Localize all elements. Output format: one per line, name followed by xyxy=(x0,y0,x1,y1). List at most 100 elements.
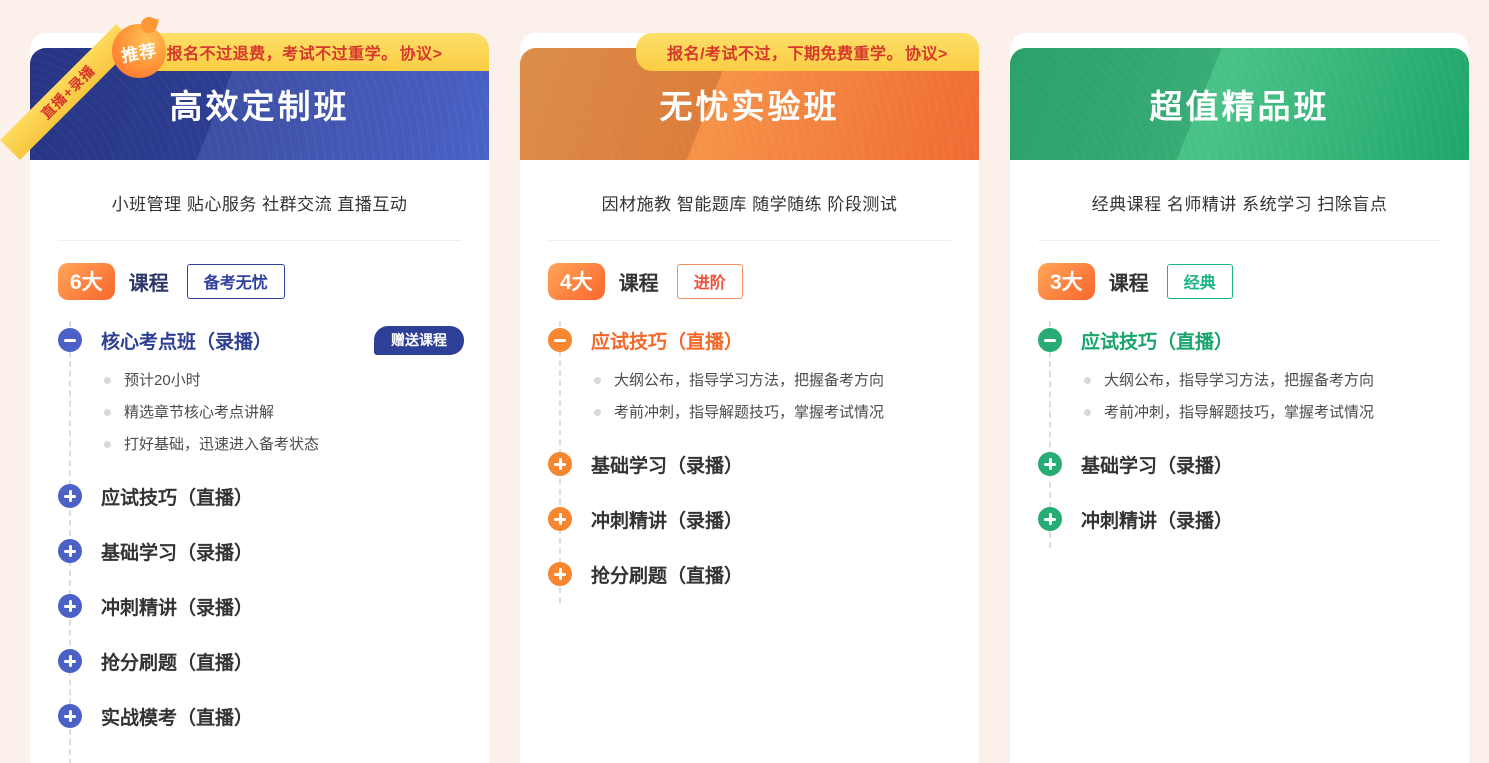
detail-text: 预计20小时 xyxy=(124,369,201,392)
card-header: 超值精品班 xyxy=(1010,48,1469,160)
detail-item: 预计20小时 xyxy=(104,369,461,392)
course-name: 冲刺精讲（录播） xyxy=(1081,506,1233,533)
card-body: 小班管理 贴心服务 社群交流 直播互动 6大 课程 备考无忧 核心考点班（录播）… xyxy=(30,190,489,731)
card-body: 因材施教 智能题库 随学随练 阶段测试 4大 课程 进阶 应试技巧（直播） 大纲… xyxy=(520,190,979,589)
plus-circle-icon[interactable] xyxy=(58,649,82,673)
detail-text: 打好基础，迅速进入备考状态 xyxy=(124,433,319,456)
guarantee-text: 报名不过退费，考试不过重学。 xyxy=(167,40,398,64)
plus-circle-icon[interactable] xyxy=(58,539,82,563)
agreement-link[interactable]: 协议> xyxy=(905,40,948,64)
course-details: 大纲公布，指导学习方法，把握备考方向 考前冲刺，指导解题技巧，掌握考试情况 xyxy=(1084,369,1441,424)
card-tagline: 经典课程 名师精讲 系统学习 扫除盲点 xyxy=(1038,190,1441,215)
detail-item: 大纲公布，指导学习方法，把握备考方向 xyxy=(594,369,951,392)
course-name: 冲刺精讲（录播） xyxy=(101,593,253,620)
dot-icon xyxy=(104,377,111,384)
course-count-row: 6大 课程 备考无忧 xyxy=(58,263,461,300)
plus-circle-icon[interactable] xyxy=(1038,507,1062,531)
course-plan-comparison: 报名不过退费，考试不过重学。协议> 推荐 直播+录播 高效定制班 小班管理 贴心… xyxy=(0,0,1489,763)
course-count-label: 课程 xyxy=(129,267,169,296)
dot-icon xyxy=(104,441,111,448)
divider xyxy=(548,240,951,241)
course-item[interactable]: 冲刺精讲（录播） xyxy=(548,504,951,534)
course-count-row: 4大 课程 进阶 xyxy=(548,263,951,300)
course-item[interactable]: 基础学习（录播） xyxy=(1038,449,1441,479)
dot-icon xyxy=(594,409,601,416)
card-tag-badge: 进阶 xyxy=(677,264,743,299)
guarantee-text: 报名/考试不过，下期免费重学。 xyxy=(667,40,903,64)
course-item[interactable]: 抢分刷题（直播） xyxy=(548,559,951,589)
plus-circle-icon[interactable] xyxy=(1038,452,1062,476)
ribbon-label: 直播+录播 xyxy=(36,60,99,123)
course-item[interactable]: 冲刺精讲（录播） xyxy=(1038,504,1441,534)
course-name: 应试技巧（直播） xyxy=(1081,327,1233,354)
agreement-link[interactable]: 协议> xyxy=(400,40,443,64)
dot-icon xyxy=(1084,409,1091,416)
card-chaozhi-jingpin: 超值精品班 经典课程 名师精讲 系统学习 扫除盲点 3大 课程 经典 应试技巧（… xyxy=(1010,33,1469,763)
course-name: 应试技巧（直播） xyxy=(591,327,743,354)
course-item[interactable]: 基础学习（录播） xyxy=(548,449,951,479)
course-count-badge: 3大 xyxy=(1038,263,1095,300)
plus-circle-icon[interactable] xyxy=(58,704,82,728)
detail-text: 考前冲刺，指导解题技巧，掌握考试情况 xyxy=(614,401,884,424)
detail-item: 精选章节核心考点讲解 xyxy=(104,401,461,424)
card-title: 超值精品班 xyxy=(1150,80,1330,128)
course-count-badge: 4大 xyxy=(548,263,605,300)
course-count-badge: 6大 xyxy=(58,263,115,300)
course-list: 应试技巧（直播） 大纲公布，指导学习方法，把握备考方向 考前冲刺，指导解题技巧，… xyxy=(548,325,951,589)
course-item[interactable]: 应试技巧（直播） xyxy=(548,325,951,355)
course-details: 预计20小时 精选章节核心考点讲解 打好基础，迅速进入备考状态 xyxy=(104,369,461,456)
plus-circle-icon[interactable] xyxy=(548,562,572,586)
card-tag-badge: 备考无忧 xyxy=(187,264,285,299)
divider xyxy=(1038,240,1441,241)
card-title: 无忧实验班 xyxy=(660,80,840,128)
course-item[interactable]: 冲刺精讲（录播） xyxy=(58,591,461,621)
plus-circle-icon[interactable] xyxy=(58,484,82,508)
minus-circle-icon[interactable] xyxy=(1038,328,1062,352)
detail-text: 大纲公布，指导学习方法，把握备考方向 xyxy=(614,369,884,392)
course-list: 核心考点班（录播） 赠送课程 预计20小时 精选章节核心考点讲解 打好基础，迅速… xyxy=(58,325,461,731)
detail-item: 打好基础，迅速进入备考状态 xyxy=(104,433,461,456)
course-item[interactable]: 实战模考（直播） xyxy=(58,701,461,731)
plus-circle-icon[interactable] xyxy=(548,507,572,531)
course-count-label: 课程 xyxy=(619,267,659,296)
course-name: 应试技巧（直播） xyxy=(101,483,253,510)
plus-circle-icon[interactable] xyxy=(58,594,82,618)
gift-course-badge: 赠送课程 xyxy=(374,326,464,355)
minus-circle-icon[interactable] xyxy=(58,328,82,352)
card-tagline: 小班管理 贴心服务 社群交流 直播互动 xyxy=(58,190,461,215)
recommend-badge-label: 推荐 xyxy=(119,36,159,67)
course-list: 应试技巧（直播） 大纲公布，指导学习方法，把握备考方向 考前冲刺，指导解题技巧，… xyxy=(1038,325,1441,534)
detail-text: 大纲公布，指导学习方法，把握备考方向 xyxy=(1104,369,1374,392)
dot-icon xyxy=(1084,377,1091,384)
detail-text: 考前冲刺，指导解题技巧，掌握考试情况 xyxy=(1104,401,1374,424)
minus-circle-icon[interactable] xyxy=(548,328,572,352)
guarantee-banner: 报名/考试不过，下期免费重学。协议> xyxy=(636,33,979,71)
card-gaoxiao-dingzhi: 报名不过退费，考试不过重学。协议> 推荐 直播+录播 高效定制班 小班管理 贴心… xyxy=(30,33,489,763)
course-name: 基础学习（录播） xyxy=(101,538,253,565)
course-name: 抢分刷题（直播） xyxy=(101,648,253,675)
course-item[interactable]: 核心考点班（录播） 赠送课程 xyxy=(58,325,461,355)
guarantee-banner: 报名不过退费，考试不过重学。协议> xyxy=(120,33,489,71)
plus-circle-icon[interactable] xyxy=(548,452,572,476)
course-item[interactable]: 应试技巧（直播） xyxy=(1038,325,1441,355)
card-body: 经典课程 名师精讲 系统学习 扫除盲点 3大 课程 经典 应试技巧（直播） 大纲… xyxy=(1010,190,1469,534)
course-count-label: 课程 xyxy=(1109,267,1149,296)
course-item[interactable]: 应试技巧（直播） xyxy=(58,481,461,511)
course-name: 基础学习（录播） xyxy=(591,451,743,478)
recommend-flame-icon: 推荐 xyxy=(112,24,166,78)
course-item[interactable]: 抢分刷题（直播） xyxy=(58,646,461,676)
card-tag-badge: 经典 xyxy=(1167,264,1233,299)
detail-item: 考前冲刺，指导解题技巧，掌握考试情况 xyxy=(594,401,951,424)
course-details: 大纲公布，指导学习方法，把握备考方向 考前冲刺，指导解题技巧，掌握考试情况 xyxy=(594,369,951,424)
course-name: 抢分刷题（直播） xyxy=(591,561,743,588)
course-name: 实战模考（直播） xyxy=(101,703,253,730)
course-item[interactable]: 基础学习（录播） xyxy=(58,536,461,566)
dot-icon xyxy=(594,377,601,384)
detail-text: 精选章节核心考点讲解 xyxy=(124,401,274,424)
detail-item: 大纲公布，指导学习方法，把握备考方向 xyxy=(1084,369,1441,392)
course-name: 核心考点班（录播） xyxy=(101,327,272,354)
dot-icon xyxy=(104,409,111,416)
detail-item: 考前冲刺，指导解题技巧，掌握考试情况 xyxy=(1084,401,1441,424)
card-tagline: 因材施教 智能题库 随学随练 阶段测试 xyxy=(548,190,951,215)
card-wuyou-shiyan: 报名/考试不过，下期免费重学。协议> 无忧实验班 因材施教 智能题库 随学随练 … xyxy=(520,33,979,763)
